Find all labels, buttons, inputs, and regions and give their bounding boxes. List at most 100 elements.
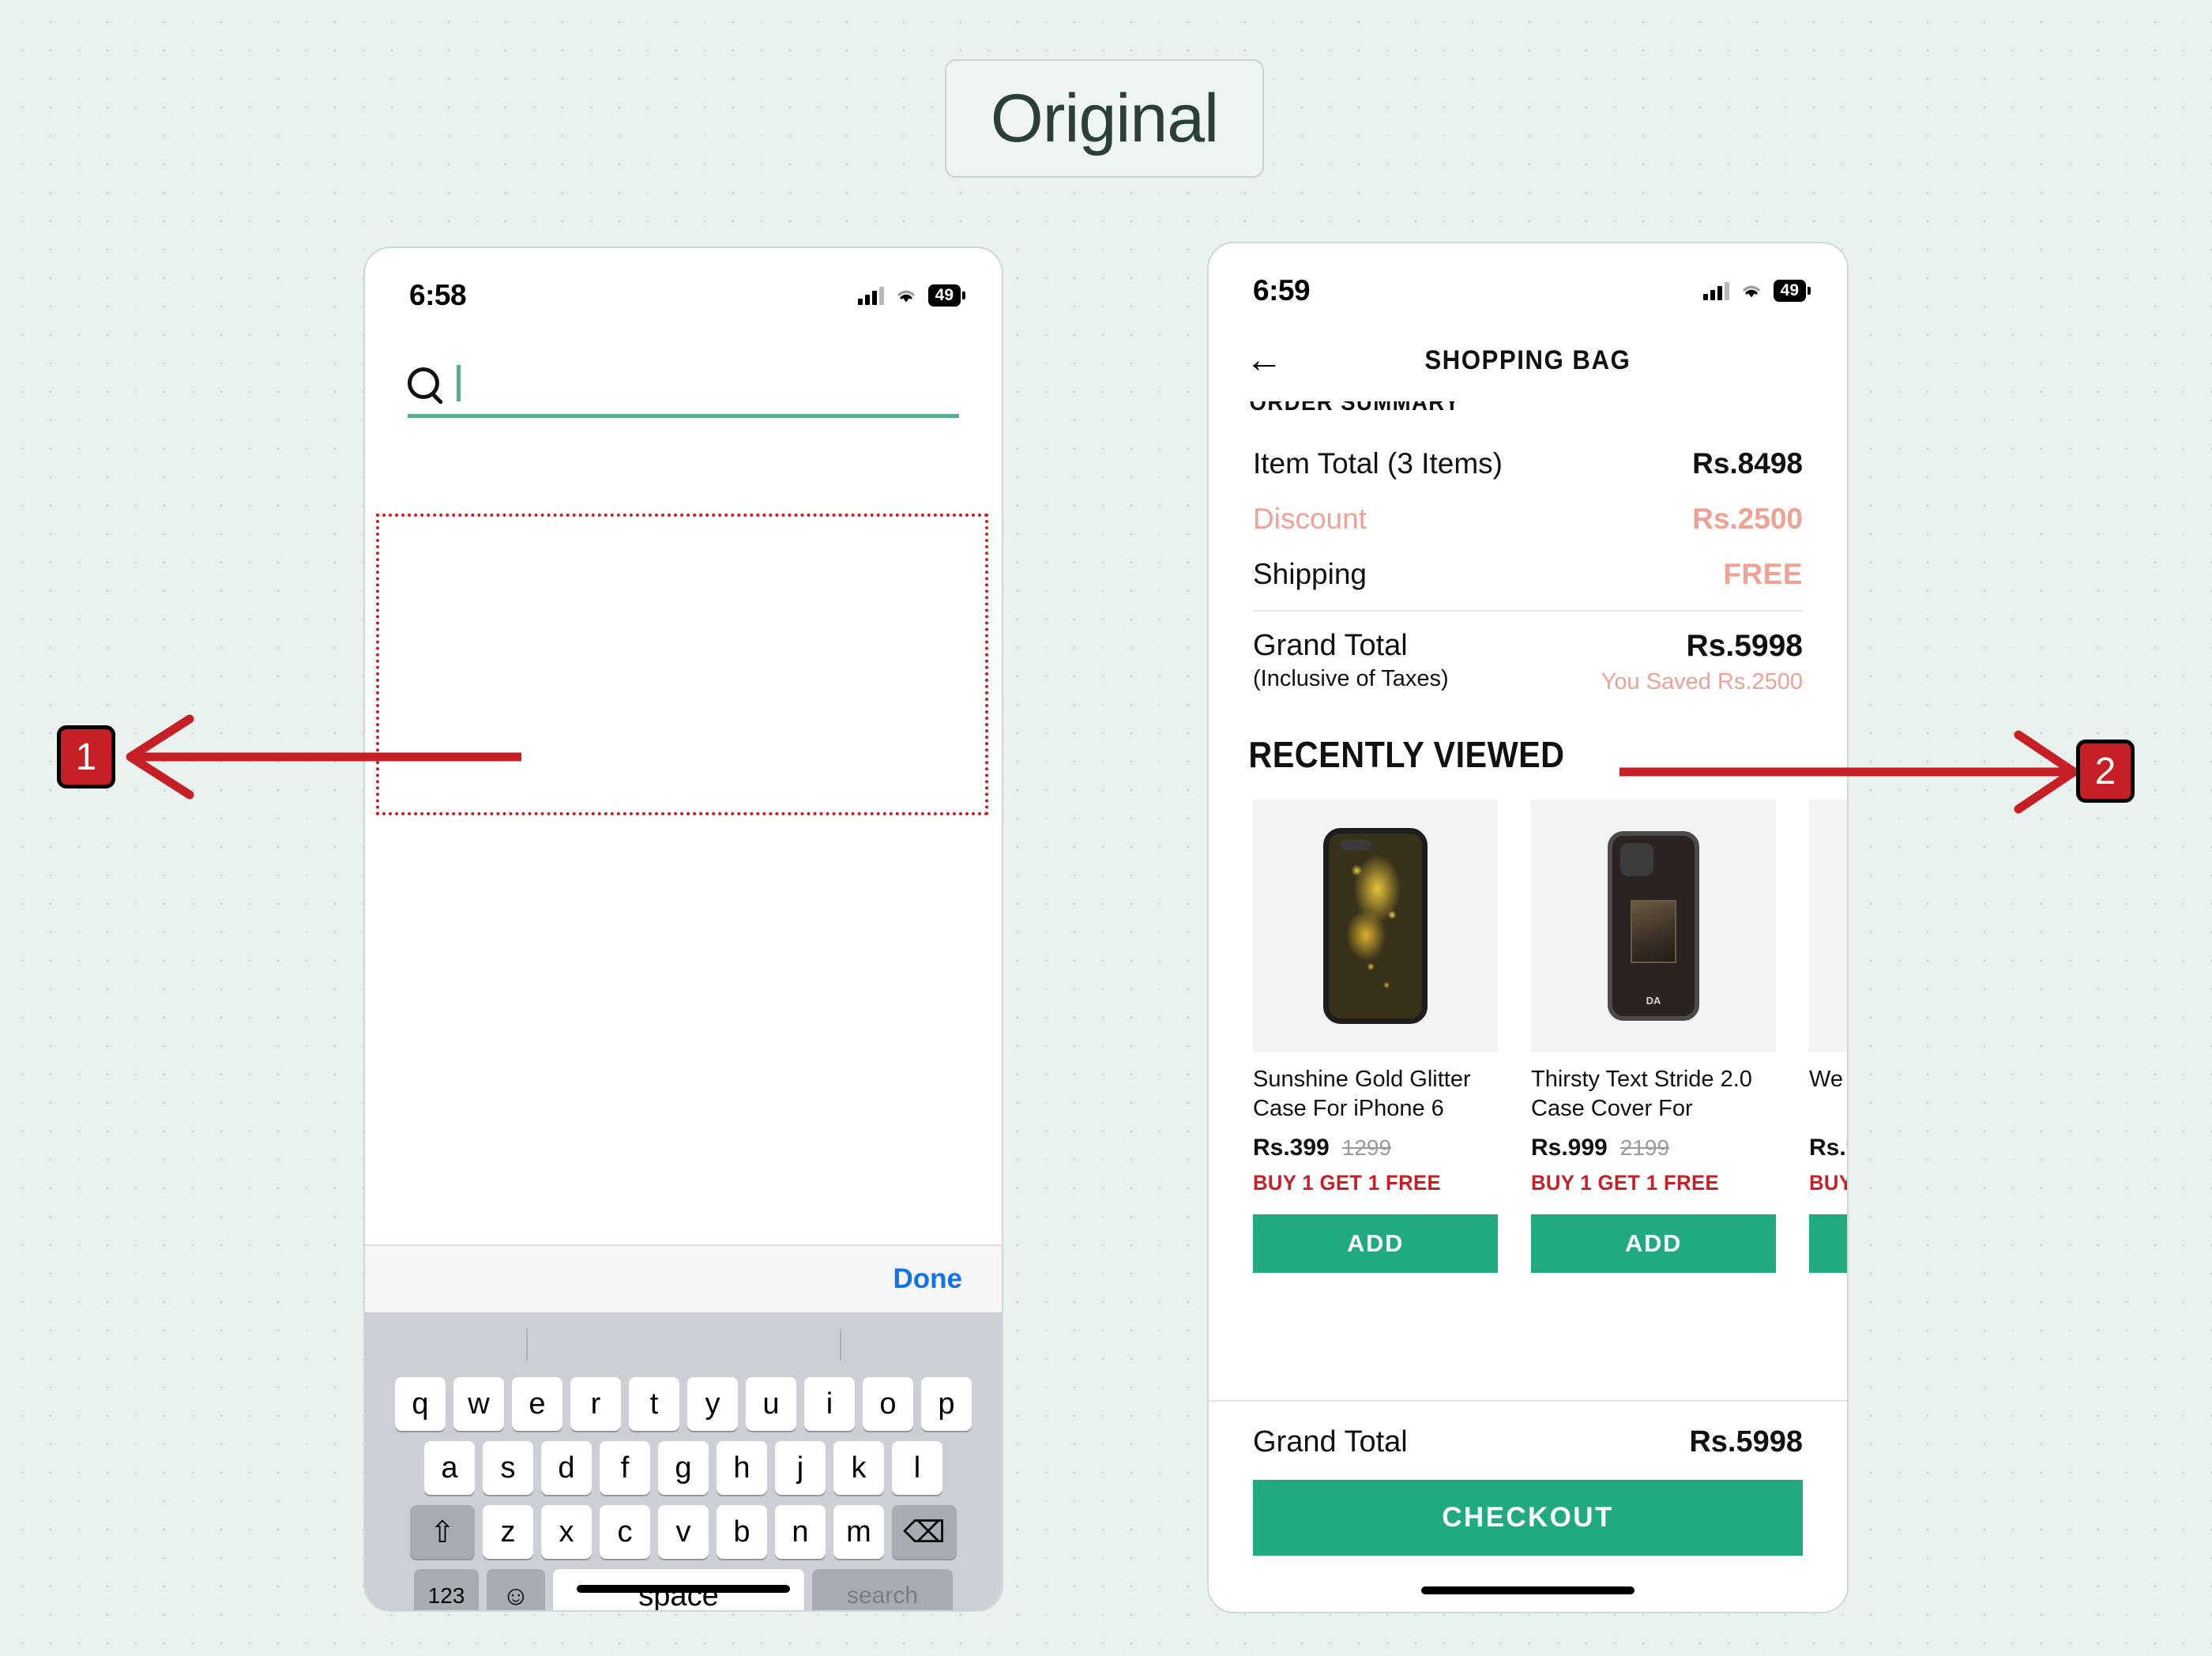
product-card-partial[interactable]: We Th Stride Rs.99 BUY 1 — [1809, 800, 1847, 1273]
add-to-bag-button[interactable]: ADD — [1531, 1214, 1776, 1273]
left-status-bar: 6:58 49 — [365, 248, 1002, 324]
home-indicator — [577, 1585, 790, 1593]
key-z[interactable]: z — [483, 1505, 533, 1559]
key-n[interactable]: n — [775, 1505, 826, 1559]
savings-note: You Saved Rs.2500 — [1601, 669, 1803, 694]
text-cursor — [457, 365, 461, 401]
emoji-key-icon[interactable]: ☺ — [487, 1569, 545, 1610]
onscreen-keyboard[interactable]: q w e r t y u i o p a s d f g h j k l ⇧ … — [365, 1312, 1002, 1610]
shift-key-icon[interactable]: ⇧ — [410, 1505, 475, 1559]
grand-total-label: Grand Total — [1253, 629, 1408, 662]
highlighted-empty-results-region — [376, 514, 988, 815]
footer-total-label: Grand Total — [1253, 1425, 1408, 1458]
key-f[interactable]: f — [600, 1441, 650, 1495]
order-summary-block: Item Total (3 Items) Rs.8498 Discount Rs… — [1209, 416, 1847, 612]
annotation-marker-1: 1 — [57, 725, 115, 788]
summary-value: Rs.8498 — [1692, 447, 1803, 480]
summary-label: Discount — [1253, 502, 1367, 535]
product-price: Rs.999 — [1531, 1135, 1608, 1161]
cellular-signal-icon — [1702, 281, 1729, 300]
grand-total-block: Grand Total (Inclusive of Taxes) Rs.5998… — [1209, 612, 1847, 719]
keyboard-done-button[interactable]: Done — [893, 1263, 963, 1295]
product-old-price: 1299 — [1341, 1135, 1392, 1160]
search-icon — [408, 367, 439, 399]
home-indicator — [1421, 1586, 1635, 1594]
right-status-bar: 6:59 49 — [1209, 243, 1847, 319]
product-offer-badge: BUY 1 GET 1 FREE — [1531, 1171, 1719, 1195]
key-b[interactable]: b — [717, 1505, 767, 1559]
annotation-overlay — [126, 714, 2078, 814]
checkout-button[interactable]: CHECKOUT — [1253, 1480, 1803, 1556]
search-key[interactable]: search — [812, 1569, 953, 1610]
add-to-bag-button[interactable]: ADD — [1253, 1214, 1498, 1273]
product-image — [1253, 800, 1498, 1052]
keyboard-row-2[interactable]: a s d f g h j k l — [370, 1441, 997, 1495]
recently-viewed-carousel[interactable]: Sunshine Gold Glitter Case For iPhone 6 … — [1209, 800, 1847, 1273]
add-to-bag-button[interactable] — [1809, 1214, 1847, 1273]
back-arrow-icon[interactable]: ← — [1245, 341, 1283, 379]
cellular-signal-icon — [857, 286, 884, 305]
page-title: SHOPPING BAG — [1424, 344, 1631, 375]
key-i[interactable]: i — [804, 1377, 855, 1431]
key-s[interactable]: s — [483, 1441, 533, 1495]
keyboard-row-3[interactable]: ⇧ z x c v b n m ⌫ — [370, 1505, 997, 1559]
key-g[interactable]: g — [658, 1441, 709, 1495]
key-u[interactable]: u — [746, 1377, 796, 1431]
product-offer-badge: BUY 1 GET 1 FREE — [1253, 1171, 1441, 1195]
key-m[interactable]: m — [833, 1505, 884, 1559]
key-o[interactable]: o — [863, 1377, 913, 1431]
backspace-key-icon[interactable]: ⌫ — [892, 1505, 957, 1559]
footer-total-row: Grand Total Rs.5998 — [1253, 1425, 1803, 1459]
left-status-time: 6:58 — [409, 279, 467, 311]
product-price: Rs.99 — [1809, 1135, 1847, 1161]
product-card[interactable]: Sunshine Gold Glitter Case For iPhone 6 … — [1253, 800, 1498, 1273]
numbers-key[interactable]: 123 — [414, 1569, 479, 1610]
footer-total-value: Rs.5998 — [1689, 1425, 1803, 1458]
right-status-time: 6:59 — [1253, 274, 1311, 307]
key-c[interactable]: c — [600, 1505, 650, 1559]
search-row[interactable] — [408, 365, 959, 418]
summary-label: Shipping — [1253, 558, 1367, 590]
key-h[interactable]: h — [717, 1441, 767, 1495]
key-p[interactable]: p — [921, 1377, 972, 1431]
product-image: DA — [1531, 800, 1776, 1052]
product-old-price: 2199 — [1620, 1135, 1670, 1160]
keyboard-accessory-bar: Done — [365, 1244, 1002, 1312]
tax-note: (Inclusive of Taxes) — [1253, 666, 1449, 691]
summary-row-shipping: Shipping FREE — [1253, 547, 1803, 602]
original-badge: Original — [945, 59, 1264, 178]
keyboard-row-1[interactable]: q w e r t y u i o p — [370, 1377, 997, 1431]
key-y[interactable]: y — [687, 1377, 738, 1431]
key-k[interactable]: k — [833, 1441, 884, 1495]
product-name: Thirsty Text Stride 2.0 Case Cover For i… — [1531, 1067, 1752, 1122]
product-price-row: Rs.999 2199 — [1531, 1135, 1776, 1161]
scrollable-content[interactable]: ORDER SUMMARY Item Total (3 Items) Rs.84… — [1209, 395, 1847, 1273]
key-x[interactable]: x — [541, 1505, 592, 1559]
wifi-icon — [897, 290, 915, 303]
wifi-icon — [1743, 285, 1760, 298]
summary-value: Rs.2500 — [1692, 502, 1803, 535]
key-r[interactable]: r — [570, 1377, 621, 1431]
summary-value: FREE — [1723, 558, 1803, 590]
key-q[interactable]: q — [395, 1377, 446, 1431]
annotation-marker-2: 2 — [2076, 740, 2135, 803]
key-j[interactable]: j — [775, 1441, 826, 1495]
checkout-footer: Grand Total Rs.5998 CHECKOUT — [1209, 1400, 1847, 1612]
product-price: Rs.399 — [1253, 1135, 1330, 1161]
key-t[interactable]: t — [629, 1377, 679, 1431]
key-w[interactable]: w — [453, 1377, 504, 1431]
key-e[interactable]: e — [512, 1377, 562, 1431]
key-d[interactable]: d — [541, 1441, 592, 1495]
summary-label: Item Total (3 Items) — [1253, 447, 1503, 480]
summary-row-item-total: Item Total (3 Items) Rs.8498 — [1253, 436, 1803, 491]
product-name: Sunshine Gold Glitter Case For iPhone 6 — [1253, 1067, 1471, 1122]
key-a[interactable]: a — [424, 1441, 475, 1495]
keyboard-suggestion-bar[interactable] — [370, 1312, 997, 1377]
left-phone-screen: 6:58 49 Done q w e r t y u i o p a s d f… — [363, 247, 1003, 1612]
search-bar-container[interactable] — [365, 324, 1002, 418]
product-offer-badge: BUY 1 — [1809, 1171, 1847, 1195]
product-image — [1809, 800, 1847, 1052]
key-v[interactable]: v — [658, 1505, 709, 1559]
product-card[interactable]: DA Thirsty Text Stride 2.0 Case Cover Fo… — [1531, 800, 1776, 1273]
key-l[interactable]: l — [892, 1441, 942, 1495]
